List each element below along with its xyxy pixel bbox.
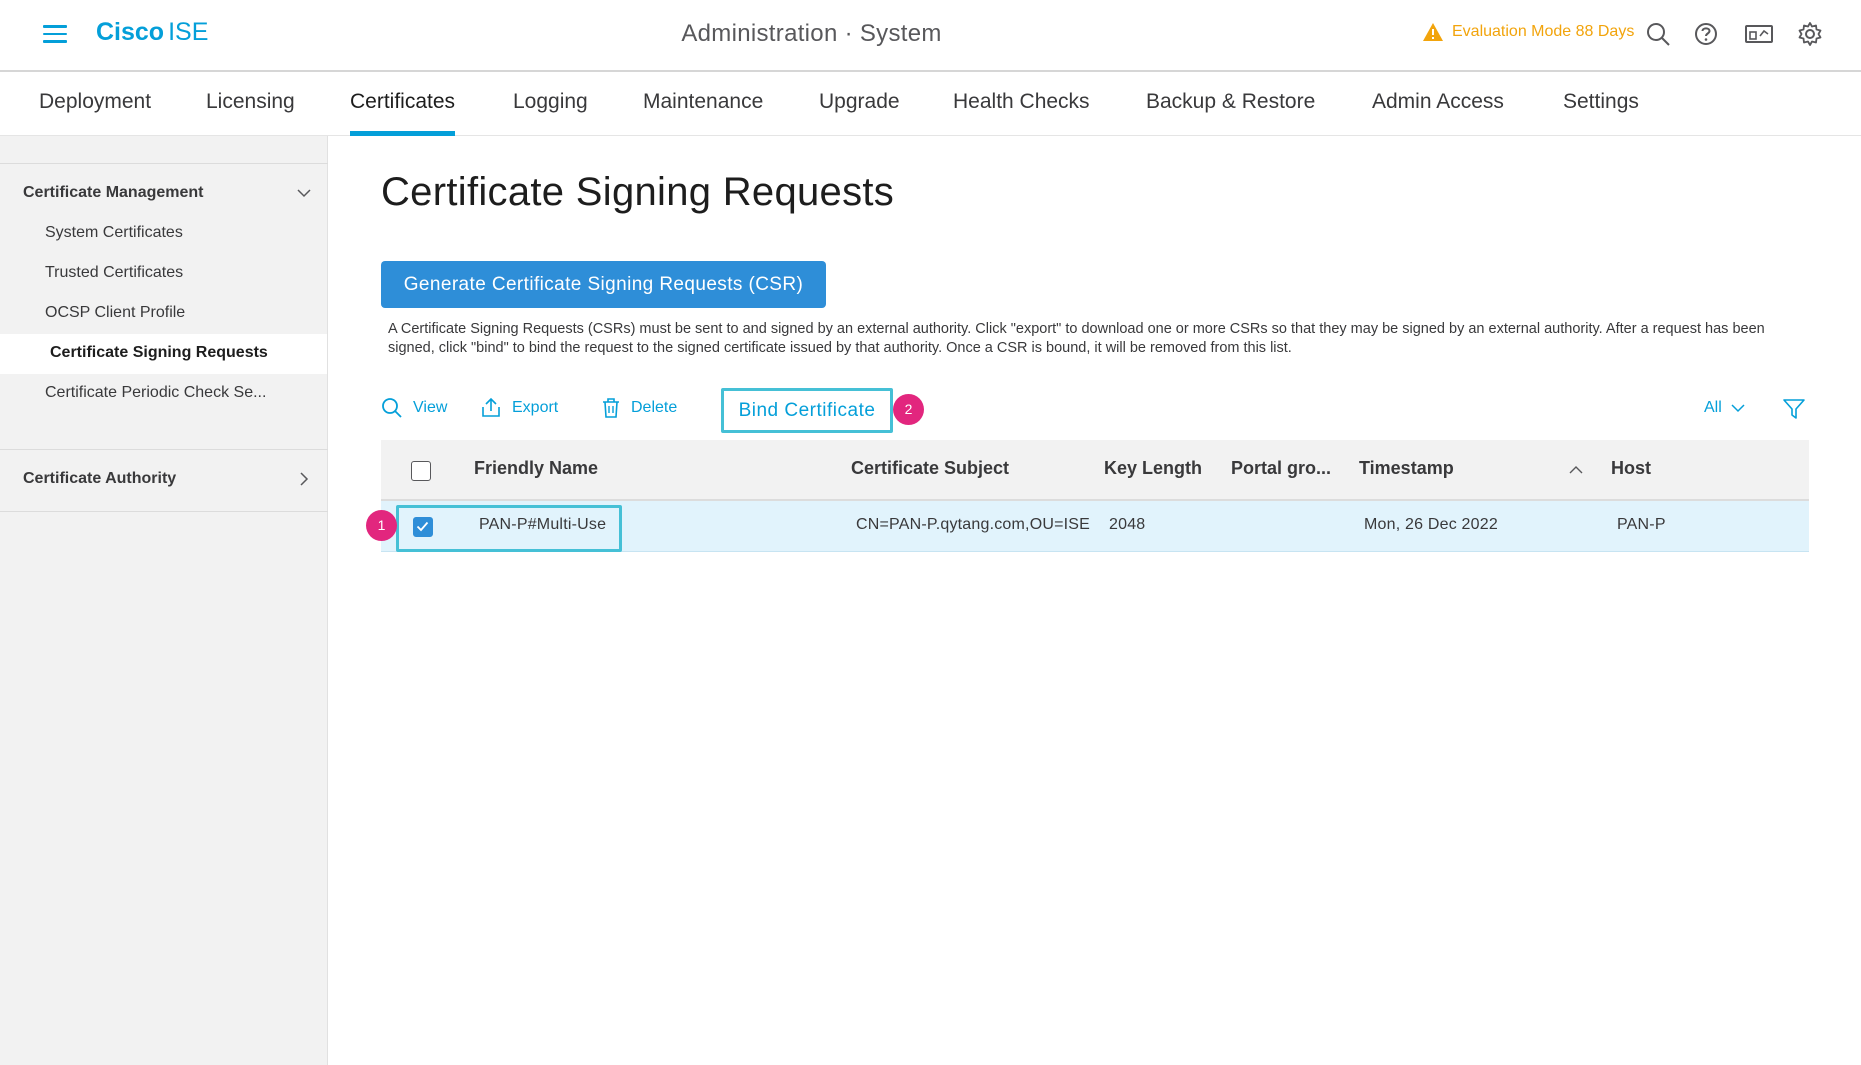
column-header-timestamp[interactable]: Timestamp (1359, 458, 1454, 479)
checkmark-icon (416, 521, 429, 532)
view-button[interactable]: View (381, 397, 447, 419)
tab-admin-access[interactable]: Admin Access (1372, 90, 1504, 114)
table-header: Friendly Name Certificate Subject Key Le… (381, 440, 1809, 501)
tab-certificates[interactable]: Certificates (350, 90, 456, 136)
column-header-host[interactable]: Host (1611, 458, 1651, 479)
delete-label: Delete (631, 399, 678, 416)
tab-licensing[interactable]: Licensing (206, 90, 295, 114)
column-header-certificate-subject[interactable]: Certificate Subject (851, 458, 1009, 479)
chevron-right-icon (300, 472, 309, 486)
sidebar-divider (0, 449, 328, 450)
cell-host: PAN-P (1617, 516, 1666, 533)
cell-timestamp: Mon, 26 Dec 2022 (1364, 516, 1498, 533)
sidebar-item-ocsp-client-profile[interactable]: OCSP Client Profile (0, 294, 327, 334)
sidebar-section-label: Certificate Authority (23, 470, 177, 487)
evaluation-mode-notice[interactable]: Evaluation Mode 88 Days (1422, 22, 1634, 42)
sidebar-item-label: Trusted Certificates (45, 264, 184, 281)
sidebar-item-certificate-periodic-check[interactable]: Certificate Periodic Check Se... (0, 374, 327, 414)
chevron-down-icon (297, 189, 311, 198)
evaluation-mode-text: Evaluation Mode 88 Days (1452, 23, 1635, 40)
sidebar-section-certificate-authority[interactable]: Certificate Authority (0, 460, 327, 500)
tab-deployment[interactable]: Deployment (39, 90, 151, 114)
sidebar-item-label: System Certificates (45, 224, 183, 241)
chevron-down-icon (1731, 404, 1745, 413)
table-row[interactable]: PAN-P#Multi-Use CN=PAN-P.qytang.com,OU=I… (381, 501, 1809, 552)
search-icon[interactable] (1644, 20, 1672, 48)
sidebar-item-label: OCSP Client Profile (45, 304, 186, 321)
view-label: View (413, 399, 448, 416)
bind-certificate-button[interactable]: Bind Certificate (721, 388, 893, 433)
sidebar-item-label: Certificate Periodic Check Se... (45, 384, 267, 401)
step-marker-1: 1 (366, 510, 397, 541)
sidebar-item-system-certificates[interactable]: System Certificates (0, 214, 327, 254)
column-header-portal-group[interactable]: Portal gro... (1231, 458, 1331, 479)
tab-backup-restore[interactable]: Backup & Restore (1146, 90, 1315, 114)
sidebar-item-label: Certificate Signing Requests (50, 344, 268, 361)
filter-dropdown[interactable]: All (1704, 399, 1746, 417)
tab-upgrade[interactable]: Upgrade (819, 90, 900, 114)
tab-health-checks[interactable]: Health Checks (953, 90, 1090, 114)
generate-csr-button[interactable]: Generate Certificate Signing Requests (C… (381, 261, 826, 308)
trash-icon (603, 398, 619, 418)
delete-button[interactable]: Delete (601, 397, 677, 419)
column-header-key-length[interactable]: Key Length (1104, 458, 1202, 479)
export-label: Export (512, 399, 559, 416)
page-description: A Certificate Signing Requests (CSRs) mu… (388, 321, 1765, 356)
sidebar-item-certificate-signing-requests[interactable]: Certificate Signing Requests (0, 334, 327, 374)
sidebar-divider (0, 511, 328, 512)
tab-maintenance[interactable]: Maintenance (643, 90, 763, 114)
page-context-title: Administration · System (681, 20, 942, 47)
row-checkbox[interactable] (413, 517, 433, 537)
gear-icon[interactable] (1796, 20, 1824, 48)
sidebar-item-trusted-certificates[interactable]: Trusted Certificates (0, 254, 327, 294)
sidebar-section-label: Certificate Management (23, 184, 204, 201)
tab-bar: Deployment Licensing Certificates Loggin… (0, 72, 1861, 136)
select-all-checkbox[interactable] (411, 461, 431, 481)
sort-ascending-icon[interactable] (1568, 462, 1584, 478)
warning-icon (1423, 23, 1443, 41)
export-icon (482, 397, 500, 417)
page-title: Certificate Signing Requests (381, 170, 895, 214)
step-marker-2: 2 (893, 394, 924, 425)
help-icon[interactable] (1692, 20, 1720, 48)
cell-friendly-name: PAN-P#Multi-Use (479, 516, 607, 533)
tab-settings[interactable]: Settings (1563, 90, 1639, 114)
search-icon (382, 398, 402, 418)
tab-logging[interactable]: Logging (513, 90, 588, 114)
export-button[interactable]: Export (480, 397, 558, 419)
filter-dropdown-value: All (1704, 399, 1722, 416)
sidebar-section-certificate-management[interactable]: Certificate Management (0, 174, 327, 214)
cell-certificate-subject: CN=PAN-P.qytang.com,OU=ISE (856, 516, 1091, 533)
sidebar-divider (0, 163, 328, 164)
top-header: Cisco ISE Administration · System Evaluat… (0, 0, 1861, 72)
monitor-dashboard-icon[interactable] (1744, 20, 1774, 48)
column-header-friendly-name[interactable]: Friendly Name (474, 458, 598, 479)
cell-key-length: 2048 (1109, 516, 1146, 533)
sidebar: Certificate Management System Certificat… (0, 136, 328, 1065)
filter-icon[interactable] (1782, 397, 1806, 421)
